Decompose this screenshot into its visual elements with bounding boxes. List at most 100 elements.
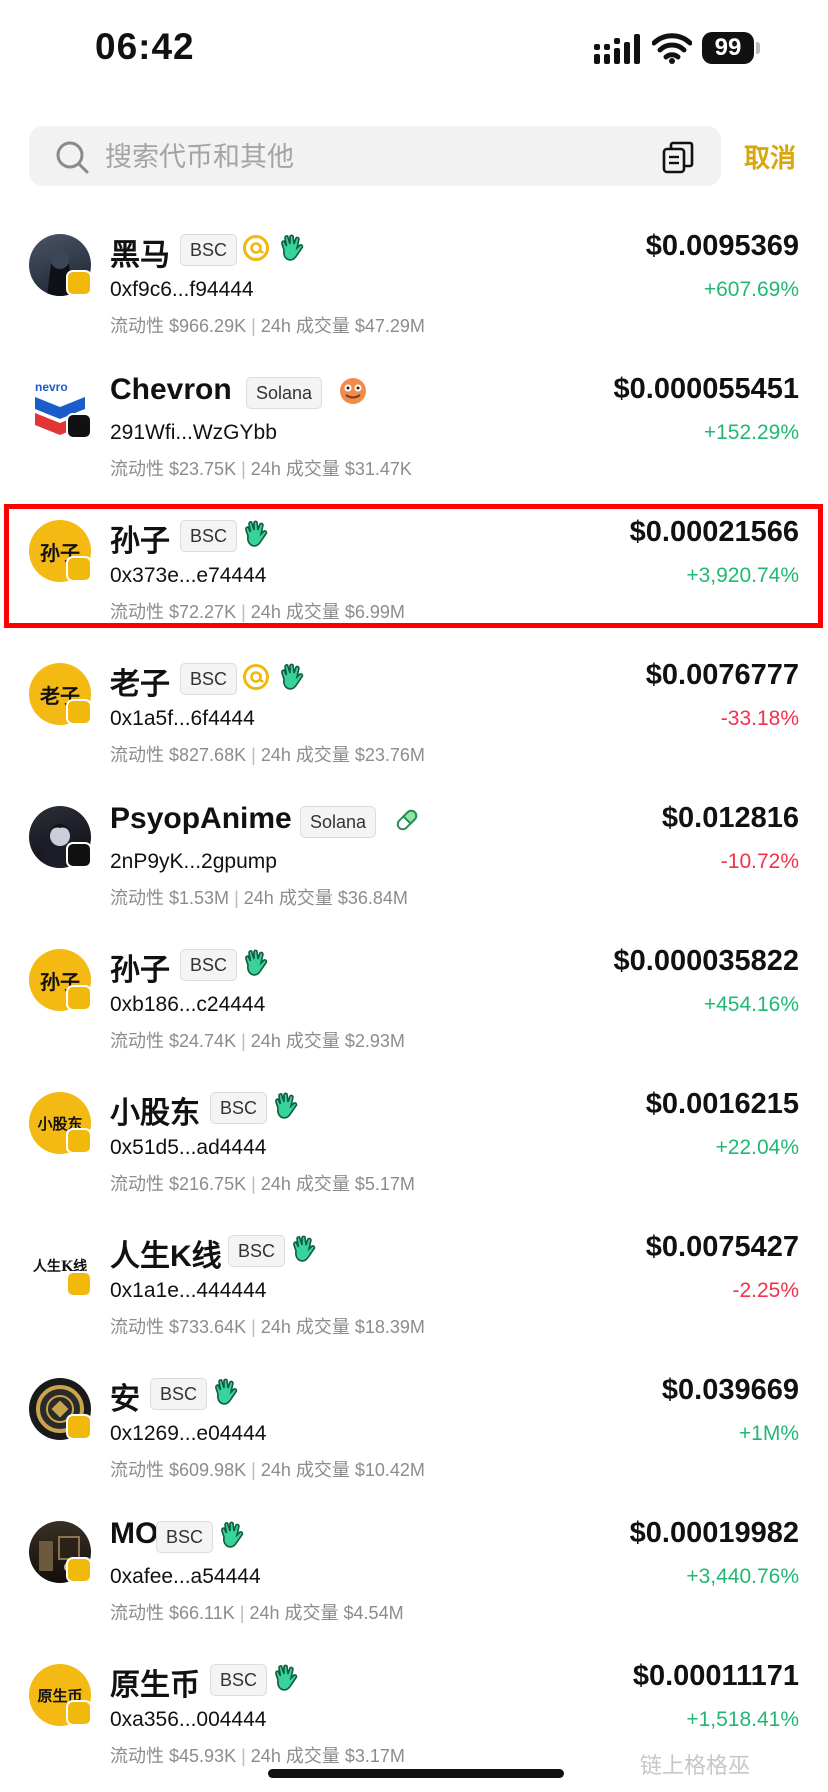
token-name: 小股东 [110, 1097, 200, 1130]
battery-icon: 99 [702, 32, 760, 64]
wave-hand-icon [278, 663, 306, 693]
cancel-button[interactable]: 取消 [744, 138, 796, 175]
token-address[interactable]: 2nP9yK...2gpump [110, 850, 277, 874]
price-change: -33.18% [720, 707, 799, 730]
price-change: -10.72% [720, 850, 799, 873]
solana-chain-icon [66, 413, 92, 439]
price-change: +454.16% [703, 993, 799, 1016]
token-name: Chevron [110, 373, 232, 406]
token-address[interactable]: 0x1a1e...444444 [110, 1279, 266, 1303]
search-bar[interactable] [29, 126, 721, 188]
wifi-icon [652, 33, 692, 64]
chain-tag: BSC [210, 1092, 268, 1124]
token-address[interactable]: 0x51d5...ad4444 [110, 1136, 266, 1160]
svg-text:nevro: nevro [35, 380, 68, 394]
chain-tag: Solana [300, 806, 377, 838]
bsc-chain-icon [66, 1557, 92, 1583]
token-row[interactable]: 小股东 小股东 BSC 0x51d5...ad4444 流动性 $216.75K | 2… [0, 1058, 828, 1201]
token-stats: 流动性 $609.98K | 24h 成交量 $10.42M [110, 1460, 425, 1480]
token-stats: 流动性 $66.11K | 24h 成交量 $4.54M [110, 1603, 404, 1623]
token-stats: 流动性 $1.53M | 24h 成交量 $36.84M [110, 888, 408, 908]
volume-label: 24h 成交量 [250, 1031, 340, 1051]
token-row[interactable]: 孙子 孙子 BSC 0xb186...c24444 流动性 $24.74K | 24h … [0, 915, 828, 1058]
liquidity-label: 流动性 [110, 888, 164, 908]
token-name: 人生K线 [110, 1240, 222, 1273]
volume-label: 24h 成交量 [260, 745, 350, 765]
search-icon [56, 141, 89, 174]
token-name: MO [110, 1517, 159, 1550]
liquidity-value: $23.75K [169, 459, 237, 479]
volume-label: 24h 成交量 [260, 1317, 350, 1337]
cellular-signal-icon [594, 34, 640, 64]
token-address[interactable]: 291Wfi...WzGYbb [110, 421, 277, 445]
token-price: $0.000035822 [613, 945, 799, 977]
token-row[interactable]: PsyopAnime Solana 2nP9yK...2gpump 流动性 $1.53… [0, 772, 828, 915]
liquidity-value: $45.93K [169, 1746, 237, 1766]
volume-value: $23.76M [354, 745, 425, 765]
chain-tag: BSC [180, 234, 238, 266]
wave-hand-icon [218, 1521, 246, 1551]
liquidity-label: 流动性 [110, 1746, 164, 1766]
liquidity-label: 流动性 [110, 1174, 164, 1194]
token-name: 孙子 [110, 954, 170, 987]
volume-label: 24h 成交量 [260, 1174, 350, 1194]
price-change: +1,518.41% [686, 1708, 799, 1731]
bsc-chain-icon [66, 1271, 92, 1297]
token-price: $0.0016215 [645, 1088, 799, 1120]
token-address[interactable]: 0x1a5f...6f4444 [110, 707, 255, 731]
token-row[interactable]: nevro Chevron Solana 291Wfi...WzGYbb 流动性 $23… [0, 343, 828, 486]
liquidity-label: 流动性 [110, 316, 164, 336]
token-price: $0.039669 [661, 1374, 799, 1406]
frog-icon [339, 377, 367, 407]
token-address[interactable]: 0x1269...e04444 [110, 1422, 266, 1446]
liquidity-value: $966.29K [169, 316, 247, 336]
price-change: +607.69% [703, 278, 799, 301]
token-address[interactable]: 0xf9c6...f94444 [110, 278, 254, 302]
token-stats: 流动性 $24.74K | 24h 成交量 $2.93M [110, 1031, 405, 1051]
token-row[interactable]: 黑马 BSC 0xf9c6...f94444 流动性 $966.29K | 24h 成… [0, 200, 828, 343]
price-change: +22.04% [715, 1136, 800, 1159]
token-address[interactable]: 0xafee...a54444 [110, 1565, 261, 1589]
price-change: +1M% [738, 1422, 799, 1445]
token-address[interactable]: 0xa356...004444 [110, 1708, 266, 1732]
volume-value: $5.17M [354, 1174, 415, 1194]
chain-tag: BSC [180, 949, 238, 981]
volume-label: 24h 成交量 [249, 1603, 339, 1623]
token-price: $0.0095369 [645, 230, 799, 262]
pill-icon [393, 806, 421, 836]
volume-label: 24h 成交量 [250, 1746, 340, 1766]
liquidity-value: $216.75K [169, 1174, 247, 1194]
wave-hand-icon [272, 1664, 300, 1694]
liquidity-value: $733.64K [169, 1317, 247, 1337]
bsc-chain-icon [66, 1700, 92, 1726]
bsc-chain-icon [66, 270, 92, 296]
liquidity-value: $827.68K [169, 745, 247, 765]
token-price: $0.012816 [661, 802, 799, 834]
clipboard-paste-icon[interactable] [661, 140, 695, 174]
token-name: 老子 [110, 668, 170, 701]
highlight-box [4, 504, 823, 628]
status-bar: 06:42 99 [0, 0, 828, 100]
token-name: 原生币 [110, 1669, 200, 1702]
search-input[interactable] [103, 126, 627, 188]
token-name: 安 [110, 1383, 140, 1416]
token-price: $0.0076777 [645, 659, 799, 691]
token-address[interactable]: 0xb186...c24444 [110, 993, 265, 1017]
token-row[interactable]: MO BSC 0xafee...a54444 流动性 $66.11K | 24h 成交… [0, 1487, 828, 1630]
token-row[interactable]: 老子 老子 BSC 0x1a5f...6f4444 流动性 $827.68K | 24h… [0, 629, 828, 772]
token-stats: 流动性 $733.64K | 24h 成交量 $18.39M [110, 1317, 425, 1337]
home-indicator[interactable] [268, 1769, 564, 1778]
token-name: PsyopAnime [110, 802, 292, 835]
bsc-chain-icon [66, 699, 92, 725]
volume-value: $4.54M [343, 1603, 404, 1623]
volume-label: 24h 成交量 [243, 888, 333, 908]
token-row[interactable]: 人生K线 人生K线 BSC 0x1a1e...444444 流动性 $733.64K |… [0, 1201, 828, 1344]
bsc-chain-icon [66, 985, 92, 1011]
volume-value: $3.17M [344, 1746, 405, 1766]
at-icon [242, 234, 270, 264]
price-change: +152.29% [703, 421, 799, 444]
wave-hand-icon [278, 234, 306, 264]
liquidity-label: 流动性 [110, 745, 164, 765]
token-row[interactable]: 安 BSC 0x1269...e04444 流动性 $609.98K | 24h 成交… [0, 1344, 828, 1487]
chain-tag: BSC [156, 1521, 214, 1553]
